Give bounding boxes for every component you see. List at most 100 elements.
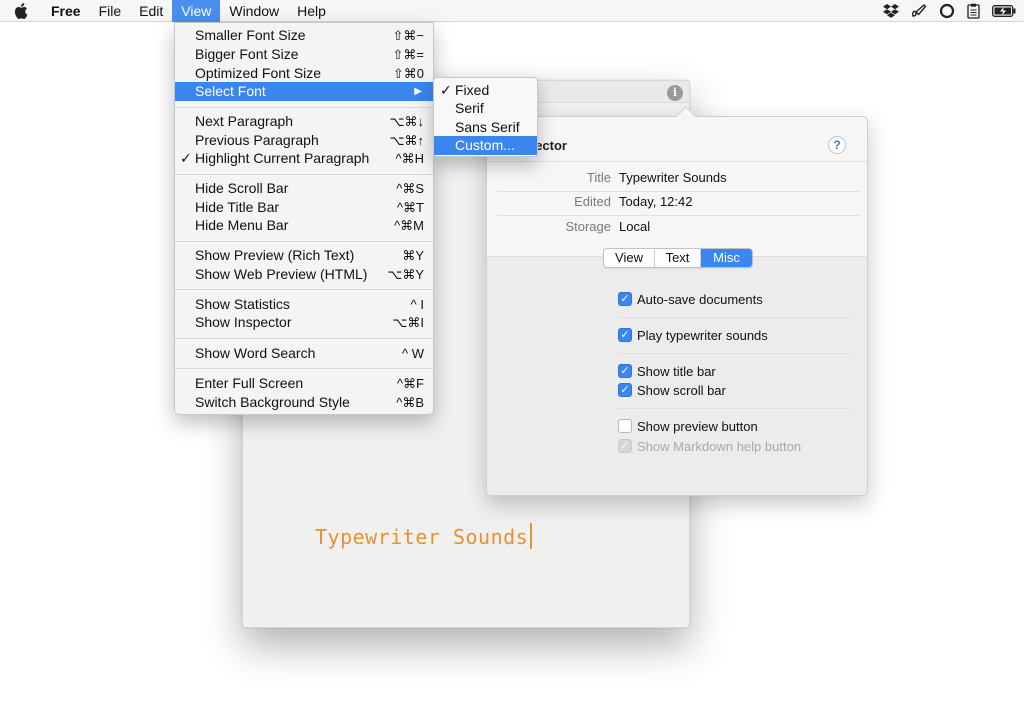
- sync-icon[interactable]: [939, 3, 955, 19]
- option-scroll-bar[interactable]: ✓ Show scroll bar: [618, 381, 726, 399]
- submenu-item-custom[interactable]: Custom...: [434, 136, 537, 155]
- menu-separator: [175, 289, 433, 290]
- meta-label: Storage: [565, 219, 611, 234]
- menu-item-label: Hide Scroll Bar: [195, 180, 289, 196]
- menu-item-label: Previous Paragraph: [195, 132, 319, 148]
- menu-item-show-preview[interactable]: Show Preview (Rich Text) ⌘Y: [175, 246, 433, 265]
- option-label: Show title bar: [637, 363, 716, 379]
- menu-item-smaller-font[interactable]: Smaller Font Size ⇧⌘−: [175, 26, 433, 45]
- menu-item-label: Show Web Preview (HTML): [195, 266, 368, 282]
- menu-item-optimized-font[interactable]: Optimized Font Size ⇧⌘0: [175, 64, 433, 83]
- menu-separator: [175, 241, 433, 242]
- divider: [618, 408, 850, 409]
- menu-item-shortcut: ^⌘F: [396, 376, 424, 391]
- menu-item-show-web-preview[interactable]: Show Web Preview (HTML) ⌥⌘Y: [175, 265, 433, 284]
- meta-row-title: Title Typewriter Sounds: [487, 168, 867, 188]
- menu-item-label: Bigger Font Size: [195, 46, 299, 62]
- submenu-arrow-icon: ▶: [414, 86, 422, 97]
- editor-text-area[interactable]: Typewriter Sounds: [315, 523, 533, 549]
- submenu-item-label: Serif: [455, 100, 484, 116]
- tab-misc[interactable]: Misc: [701, 249, 752, 267]
- menu-view[interactable]: View: [172, 0, 221, 22]
- meta-label: Edited: [574, 194, 611, 209]
- menu-edit[interactable]: Edit: [130, 0, 172, 22]
- menu-item-shortcut: ⌥⌘↓: [389, 114, 424, 129]
- option-typewriter-sounds[interactable]: ✓ Play typewriter sounds: [618, 326, 768, 344]
- menu-item-label: Select Font: [195, 83, 266, 99]
- status-icons: [883, 0, 1016, 22]
- dropbox-icon[interactable]: [883, 4, 899, 18]
- inspector-panel: ector ? Title Typewriter Sounds Edited T…: [486, 106, 868, 496]
- tab-view[interactable]: View: [604, 249, 655, 267]
- menu-item-show-inspector[interactable]: Show Inspector ⌥⌘I: [175, 313, 433, 332]
- checkbox-checked-icon[interactable]: ✓: [618, 328, 632, 342]
- help-button[interactable]: ?: [828, 136, 846, 154]
- menu-item-select-font[interactable]: Select Font ▶: [175, 82, 433, 101]
- menu-item-hide-menu-bar[interactable]: Hide Menu Bar ^⌘M: [175, 216, 433, 235]
- app-name-menu[interactable]: Free: [42, 0, 90, 22]
- meta-row-storage: Storage Local: [487, 217, 867, 237]
- option-label: Show Markdown help button: [637, 438, 802, 454]
- menu-item-label: Show Statistics: [195, 296, 290, 312]
- submenu-item-label: Custom...: [455, 137, 515, 153]
- brush-icon[interactable]: [911, 4, 927, 18]
- option-label: Auto-save documents: [637, 291, 763, 307]
- menu-item-highlight-paragraph[interactable]: ✓ Highlight Current Paragraph ^⌘H: [175, 149, 433, 168]
- menu-item-previous-paragraph[interactable]: Previous Paragraph ⌥⌘↑: [175, 131, 433, 150]
- view-menu-dropdown: Smaller Font Size ⇧⌘− Bigger Font Size ⇧…: [174, 22, 434, 415]
- menu-item-shortcut: ⌥⌘↑: [389, 133, 424, 148]
- menu-item-shortcut: ⇧⌘=: [392, 47, 424, 62]
- checkbox-checked-icon[interactable]: ✓: [618, 383, 632, 397]
- menu-item-label: Show Preview (Rich Text): [195, 247, 355, 263]
- menu-separator: [175, 174, 433, 175]
- submenu-item-fixed[interactable]: ✓ Fixed: [434, 81, 537, 100]
- menu-item-next-paragraph[interactable]: Next Paragraph ⌥⌘↓: [175, 112, 433, 131]
- submenu-item-sans-serif[interactable]: Sans Serif: [434, 118, 537, 137]
- menu-item-shortcut: ⇧⌘−: [392, 28, 424, 43]
- checkmark-icon: ✓: [440, 82, 452, 98]
- clipboard-icon[interactable]: [967, 3, 980, 19]
- tab-text[interactable]: Text: [655, 249, 701, 267]
- divider: [618, 353, 850, 354]
- submenu-item-label: Sans Serif: [455, 119, 520, 135]
- checkbox-checked-icon[interactable]: ✓: [618, 292, 632, 306]
- battery-icon[interactable]: [992, 5, 1016, 17]
- menu-file[interactable]: File: [90, 0, 131, 22]
- menu-item-switch-background[interactable]: Switch Background Style ^⌘B: [175, 393, 433, 412]
- menu-item-shortcut: ^⌘T: [396, 200, 424, 215]
- select-font-submenu: ✓ Fixed Serif Sans Serif Custom...: [433, 77, 538, 157]
- menu-item-show-statistics[interactable]: Show Statistics ^ I: [175, 295, 433, 314]
- menu-item-hide-title-bar[interactable]: Hide Title Bar ^⌘T: [175, 198, 433, 217]
- info-icon[interactable]: i: [667, 85, 683, 101]
- menu-help[interactable]: Help: [288, 0, 335, 22]
- submenu-item-serif[interactable]: Serif: [434, 99, 537, 118]
- menu-item-hide-scroll-bar[interactable]: Hide Scroll Bar ^⌘S: [175, 179, 433, 198]
- option-label: Show preview button: [637, 418, 758, 434]
- checkbox-unchecked-icon[interactable]: [618, 419, 632, 433]
- inspector-tabs: View Text Misc: [603, 248, 753, 268]
- menu-item-shortcut: ^⌘H: [395, 151, 425, 166]
- option-preview-button[interactable]: Show preview button: [618, 417, 758, 435]
- apple-menu-icon[interactable]: [0, 0, 42, 22]
- editor-text: Typewriter Sounds: [315, 525, 529, 549]
- menu-item-shortcut: ⌥⌘I: [392, 315, 424, 330]
- checkbox-checked-icon[interactable]: ✓: [618, 364, 632, 378]
- menu-item-label: Enter Full Screen: [195, 375, 304, 391]
- menu-item-label: Smaller Font Size: [195, 27, 306, 43]
- menu-item-full-screen[interactable]: Enter Full Screen ^⌘F: [175, 374, 433, 393]
- menu-item-bigger-font[interactable]: Bigger Font Size ⇧⌘=: [175, 45, 433, 64]
- menu-separator: [175, 338, 433, 339]
- checkmark-icon: ✓: [180, 150, 192, 166]
- menu-item-shortcut: ⌥⌘Y: [387, 267, 424, 282]
- menu-item-shortcut: ^⌘B: [396, 395, 424, 410]
- option-auto-save[interactable]: ✓ Auto-save documents: [618, 290, 763, 308]
- divider: [487, 161, 867, 162]
- meta-value: Local: [619, 219, 651, 234]
- option-title-bar[interactable]: ✓ Show title bar: [618, 362, 716, 380]
- meta-value: Today, 12:42: [619, 194, 693, 209]
- menu-item-shortcut: ^⌘S: [396, 181, 424, 196]
- menu-item-show-word-search[interactable]: Show Word Search ^ W: [175, 344, 433, 363]
- checkbox-disabled-icon: ✓: [618, 439, 632, 453]
- menu-window[interactable]: Window: [220, 0, 288, 22]
- menu-separator: [175, 107, 433, 108]
